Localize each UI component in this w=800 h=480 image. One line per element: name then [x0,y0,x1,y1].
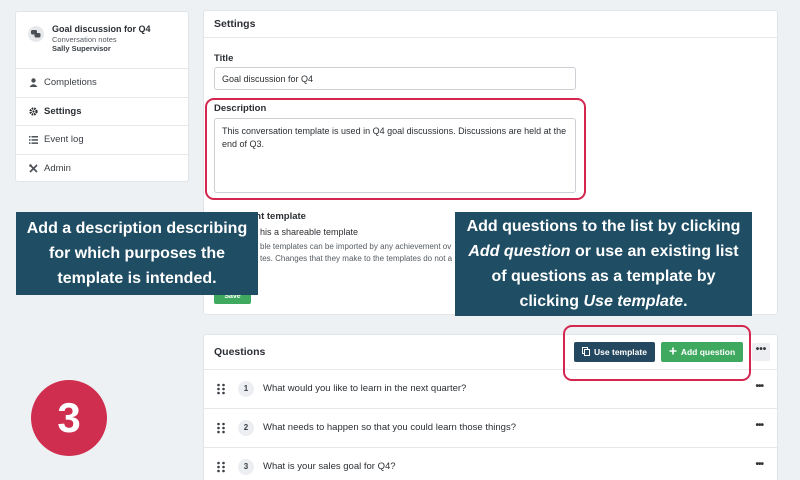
sidebar: Goal discussion for Q4 Conversation note… [15,11,189,182]
sidebar-item-label: Settings [44,105,82,117]
question-row[interactable]: 3 What is your sales goal for Q4? ••• [204,448,777,480]
shareable-note-line-2: tes. Changes that they make to the templ… [260,254,453,263]
sidebar-item-event-log[interactable]: Event log [16,126,188,155]
sidebar-item-completions[interactable]: Completions [16,69,188,98]
row-more-button[interactable]: ••• [755,381,763,392]
tip-text: clicking [519,293,584,310]
question-number: 3 [238,459,254,475]
tip-emphasis: Add question [468,243,571,260]
drag-handle-icon[interactable] [216,422,226,434]
question-number: 1 [238,381,254,397]
sidebar-item-label: Event log [44,134,84,146]
template-name: Goal discussion for Q4 [52,24,151,34]
tip-line: of questions as a template by [491,268,716,285]
person-icon [28,78,38,88]
sidebar-item-label: Completions [44,77,97,89]
buttons-highlight [563,325,751,381]
shareable-note-line-1: ble templates can be imported by any ach… [260,242,452,251]
chat-bubbles-icon [28,26,44,42]
sidebar-item-label: Admin [44,163,71,175]
question-text: What needs to happen so that you could l… [263,422,516,433]
sidebar-item-admin[interactable]: Admin [16,155,188,184]
sidebar-item-settings[interactable]: Settings [16,98,188,126]
gear-icon [28,106,38,116]
tip-emphasis: Use template [583,293,684,310]
settings-heading: Settings [204,11,777,38]
tip-line: for which purposes the [48,245,225,262]
template-owner: Sally Supervisor [52,44,111,53]
description-highlight [205,98,586,200]
question-row[interactable]: 2 What needs to happen so that you could… [204,409,777,448]
step-number-badge: 3 [31,380,107,456]
drag-handle-icon[interactable] [216,461,226,473]
more-options-button[interactable]: ••• [752,343,770,361]
shareable-checkbox-label[interactable]: his a shareable template [260,227,358,237]
tip-line: clicking Use template. [455,289,752,314]
title-input[interactable]: Goal discussion for Q4 [214,67,576,90]
row-more-button[interactable]: ••• [755,459,763,470]
question-text: What would you like to learn in the next… [263,383,467,394]
tools-icon [28,164,38,174]
questions-heading: Questions [214,346,266,358]
questions-tip: Add questions to the list by clicking Ad… [455,212,752,316]
row-more-button[interactable]: ••• [755,420,763,431]
sidebar-header: Goal discussion for Q4 Conversation note… [16,12,188,69]
tip-line: Add question or use an existing list [455,239,752,264]
description-tip: Add a description describing for which p… [16,212,258,295]
template-label: ent template [250,211,306,222]
drag-handle-icon[interactable] [216,383,226,395]
question-text: What is your sales goal for Q4? [263,461,396,472]
template-type: Conversation notes [52,35,117,44]
tip-line: Add questions to the list by clicking [466,218,741,235]
list-icon [28,135,38,145]
tip-line: template is intended. [57,270,217,287]
tip-line: Add a description describing [26,220,248,237]
question-number: 2 [238,420,254,436]
tip-text: . [683,293,688,310]
tip-text: or use an existing list [570,243,739,260]
title-label: Title [214,53,234,64]
